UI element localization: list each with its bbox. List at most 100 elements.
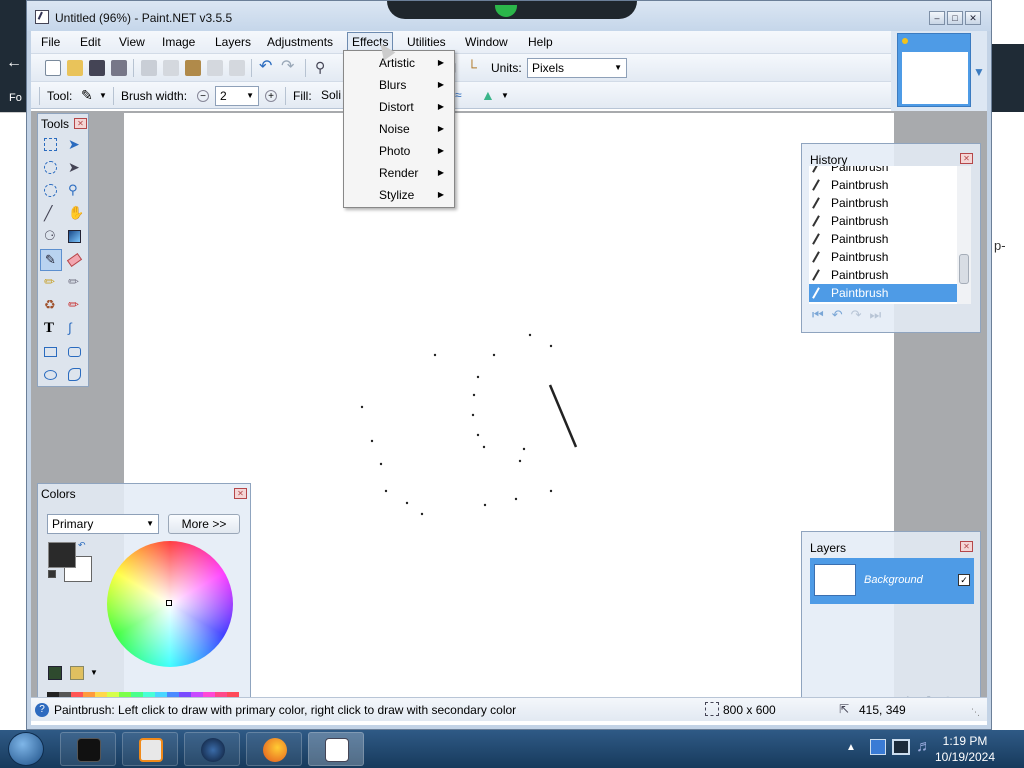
save-icon[interactable] — [89, 60, 105, 76]
minimize-button[interactable]: – — [929, 11, 945, 25]
reset-colors-icon[interactable] — [48, 570, 56, 578]
redo-history-icon[interactable]: ↷ — [851, 307, 862, 323]
color-mode-dropdown[interactable]: Primary ▼ — [47, 514, 159, 534]
text-tool-icon[interactable]: T — [40, 318, 62, 340]
menu-image[interactable]: Image — [162, 35, 195, 49]
paste-icon[interactable] — [185, 60, 201, 76]
undo-icon[interactable]: ↶ — [259, 59, 275, 76]
menu-adjustments[interactable]: Adjustments — [267, 35, 333, 49]
recolor-tool-icon[interactable]: ✏ — [64, 295, 86, 317]
history-scrollbar[interactable] — [957, 166, 971, 304]
magic-wand-tool-icon[interactable]: ╱ — [40, 203, 62, 225]
rectangle-tool-icon[interactable] — [40, 341, 62, 363]
history-item[interactable]: Paintbrush — [809, 248, 957, 266]
deselect-icon[interactable] — [229, 60, 245, 76]
history-panel-close-icon[interactable]: ✕ — [960, 153, 973, 164]
tool-dropdown-arrow-icon[interactable]: ▼ — [99, 91, 107, 100]
paintbrush-tool-icon[interactable]: ✎ — [81, 88, 97, 104]
menu-window[interactable]: Window — [465, 35, 508, 49]
layer-visibility-checkbox[interactable]: ✓ — [958, 574, 970, 586]
close-button[interactable]: ✕ — [965, 11, 981, 25]
swap-colors-icon[interactable]: ↶ — [78, 540, 86, 551]
paint-bucket-tool-icon[interactable]: ⚆ — [40, 226, 62, 248]
print-icon[interactable] — [111, 60, 127, 76]
menu-layers[interactable]: Layers — [215, 35, 251, 49]
menu-file[interactable]: File — [41, 35, 60, 49]
menu-help[interactable]: Help — [528, 35, 553, 49]
history-item[interactable]: Paintbrush — [809, 176, 957, 194]
title-bar[interactable]: Untitled (96%) - Paint.NET v3.5.5 – □ ✕ — [27, 1, 991, 31]
decrease-width-icon[interactable]: − — [197, 90, 209, 102]
move-selected-pixels-tool-icon[interactable]: ➤ — [64, 134, 86, 156]
primary-color-swatch[interactable] — [48, 542, 76, 568]
history-item[interactable]: Paintbrush — [809, 212, 957, 230]
eraser-tool-icon[interactable] — [64, 249, 86, 271]
gradient-tool-icon[interactable] — [64, 226, 86, 248]
taskbar-firefox[interactable] — [246, 732, 302, 766]
tray-app-icon[interactable] — [870, 739, 886, 755]
color-wheel[interactable] — [107, 541, 233, 667]
rounded-rectangle-tool-icon[interactable] — [64, 341, 86, 363]
color-picker-tool-icon[interactable]: ✏ — [64, 272, 86, 294]
palette-menu-arrow-icon[interactable]: ▼ — [90, 668, 98, 677]
effects-menu-item-artistic[interactable]: Artistic ▶ — [344, 52, 454, 74]
new-file-icon[interactable] — [45, 60, 61, 76]
history-item[interactable]: Paintbrush — [809, 194, 957, 212]
zoom-tool-icon[interactable]: ⚲ — [64, 180, 86, 202]
clock-time[interactable]: 1:19 PM — [934, 734, 996, 748]
taskbar-app-1[interactable] — [60, 732, 116, 766]
add-to-palette-icon[interactable] — [48, 666, 62, 680]
image-thumbnail[interactable] — [897, 33, 971, 107]
rectangle-select-tool-icon[interactable] — [40, 134, 62, 156]
layers-panel-close-icon[interactable]: ✕ — [960, 541, 973, 552]
maximize-button[interactable]: □ — [947, 11, 963, 25]
tools-panel-close-icon[interactable]: ✕ — [74, 118, 87, 129]
effects-menu-item-photo[interactable]: Photo ▶ — [344, 140, 454, 162]
ellipse-tool-icon[interactable] — [40, 364, 62, 386]
volume-icon[interactable]: ♬ — [916, 738, 932, 756]
history-item-selected[interactable]: Paintbrush — [809, 284, 957, 302]
menu-utilities[interactable]: Utilities — [407, 35, 446, 49]
history-item[interactable]: Paintbrush — [809, 166, 957, 176]
show-hidden-icons-icon[interactable]: ▲ — [846, 742, 856, 753]
lasso-select-tool-icon[interactable] — [40, 157, 62, 179]
effects-menu-item-blurs[interactable]: Blurs ▶ — [344, 74, 454, 96]
ellipse-select-tool-icon[interactable] — [40, 180, 62, 202]
copy-icon[interactable] — [163, 60, 179, 76]
color-wheel-picker[interactable] — [166, 600, 172, 606]
image-list-dropdown-icon[interactable]: ▼ — [973, 65, 985, 79]
pencil-tool-icon[interactable]: ✏ — [40, 272, 62, 294]
clock-date[interactable]: 10/19/2024 — [934, 750, 996, 764]
open-file-icon[interactable] — [67, 60, 83, 76]
palette-menu-icon[interactable] — [70, 666, 84, 680]
fast-forward-history-icon[interactable]: ⏭ — [870, 307, 882, 323]
zoom-out-icon[interactable]: ⚲ — [315, 60, 331, 76]
clone-stamp-tool-icon[interactable]: ♻ — [40, 295, 62, 317]
rewind-history-icon[interactable]: ⏮ — [812, 307, 824, 323]
menu-edit[interactable]: Edit — [80, 35, 101, 49]
back-arrow-icon[interactable]: ← — [6, 54, 22, 72]
taskbar-app-2[interactable] — [122, 732, 178, 766]
brush-width-dropdown[interactable]: 2 ▼ — [215, 86, 259, 106]
move-selection-tool-icon[interactable]: ➤ — [64, 157, 86, 179]
blend-mode-icon[interactable]: ▲ — [481, 88, 497, 104]
redo-icon[interactable]: ↷ — [281, 59, 297, 76]
taskbar-paintnet[interactable] — [308, 732, 364, 766]
taskbar-app-3[interactable] — [184, 732, 240, 766]
menu-view[interactable]: View — [119, 35, 145, 49]
effects-menu-item-noise[interactable]: Noise ▶ — [344, 118, 454, 140]
effects-menu-item-stylize[interactable]: Stylize ▶ — [344, 184, 454, 206]
more-colors-button[interactable]: More >> — [168, 514, 240, 534]
start-button[interactable] — [8, 732, 44, 766]
paintbrush-tool-icon[interactable]: ✎ — [40, 249, 62, 271]
network-icon[interactable] — [892, 739, 910, 755]
freeform-shape-tool-icon[interactable] — [64, 364, 86, 386]
blend-dropdown-arrow-icon[interactable]: ▼ — [501, 91, 509, 100]
colors-panel-close-icon[interactable]: ✕ — [234, 488, 247, 499]
units-dropdown[interactable]: Pixels ▼ — [527, 58, 627, 78]
history-item[interactable]: Paintbrush — [809, 266, 957, 284]
undo-history-icon[interactable]: ↶ — [832, 307, 843, 323]
history-item[interactable]: Paintbrush — [809, 230, 957, 248]
cut-icon[interactable] — [141, 60, 157, 76]
resize-grip-icon[interactable]: ⋱ — [971, 707, 980, 718]
